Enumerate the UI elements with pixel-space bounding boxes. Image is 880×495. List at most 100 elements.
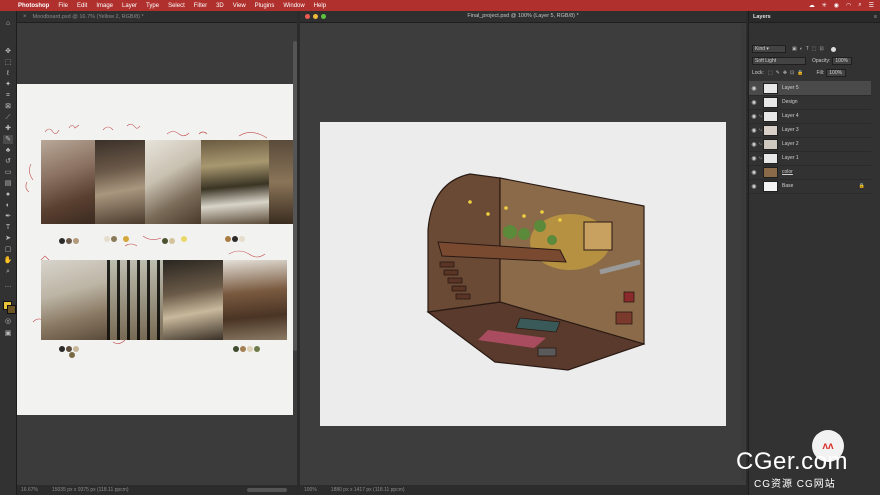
- annotation-scribbles: [25, 123, 268, 344]
- gradient-tool-icon[interactable]: ▤: [3, 179, 13, 188]
- moodboard-image: [223, 260, 287, 340]
- menu-help[interactable]: Help: [314, 3, 326, 9]
- visibility-eye-icon[interactable]: ◉: [749, 155, 759, 162]
- menu-window[interactable]: Window: [283, 3, 304, 9]
- menu-app-photoshop[interactable]: Photoshop: [18, 3, 49, 9]
- magic-wand-tool-icon[interactable]: ✦: [3, 80, 13, 89]
- filter-kind-select[interactable]: Kind ▾: [752, 45, 786, 53]
- close-tab-icon[interactable]: ×: [23, 14, 27, 20]
- layer-thumbnail: [763, 82, 778, 94]
- vertical-scrollbar[interactable]: [741, 25, 745, 481]
- document-dimensions: 15035 px x 9375 px (118.11 ppcm): [51, 487, 129, 493]
- vertical-scrollbar[interactable]: [293, 41, 297, 351]
- menu-3d[interactable]: 3D: [216, 3, 224, 9]
- wifi-icon[interactable]: ◠: [846, 2, 851, 9]
- color-swatch: [225, 236, 231, 242]
- moodboard-tab[interactable]: × Moodboard.psd @ 16.7% (Yellow 2, RGB/8…: [17, 11, 297, 23]
- visibility-eye-icon[interactable]: ◉: [749, 183, 759, 190]
- zoom-level[interactable]: 100%: [304, 487, 317, 493]
- menu-view[interactable]: View: [233, 3, 246, 9]
- crop-tool-icon[interactable]: ⌗: [3, 91, 13, 100]
- blend-mode-select[interactable]: Soft Light: [752, 57, 806, 65]
- blur-tool-icon[interactable]: ●: [3, 190, 13, 199]
- moodboard-document-window: × Moodboard.psd @ 16.7% (Yellow 2, RGB/8…: [17, 11, 297, 495]
- layer-row-layer-2[interactable]: ◉ ⤷ Layer 2: [749, 137, 871, 152]
- visibility-eye-icon[interactable]: ◉: [749, 141, 759, 148]
- horizontal-scrollbar[interactable]: [247, 488, 287, 492]
- more-tools-icon[interactable]: …: [3, 281, 13, 290]
- watermark-logo-text: CGer.com: [736, 448, 849, 475]
- pen-tool-icon[interactable]: ✒: [3, 212, 13, 221]
- frame-tool-icon[interactable]: ⊠: [3, 102, 13, 111]
- shape-tool-icon[interactable]: ▢: [3, 245, 13, 254]
- hand-tool-icon[interactable]: ✋: [3, 256, 13, 265]
- layer-row-base[interactable]: ◉ Base 🔒: [749, 179, 871, 194]
- menu-image[interactable]: Image: [96, 3, 113, 9]
- zoom-level[interactable]: 16.67%: [21, 487, 38, 493]
- final-project-tab-title: Final_project.psd @ 100% (Layer 5, RGB/8…: [467, 13, 579, 19]
- layer-row-design[interactable]: ◉ Design: [749, 95, 871, 110]
- visibility-eye-icon[interactable]: ◉: [749, 113, 759, 120]
- screen-mode-icon[interactable]: ▣: [3, 329, 13, 338]
- final-project-tab[interactable]: Final_project.psd @ 100% (Layer 5, RGB/8…: [300, 11, 746, 23]
- panel-menu-icon[interactable]: ≡: [874, 14, 877, 20]
- opacity-field[interactable]: 100%: [832, 57, 853, 65]
- visibility-eye-icon[interactable]: ◉: [749, 85, 759, 92]
- move-tool-icon[interactable]: ✥: [3, 47, 13, 56]
- layer-row-color[interactable]: ◉ color: [749, 165, 871, 180]
- menu-file[interactable]: File: [58, 3, 68, 9]
- menu-select[interactable]: Select: [168, 3, 185, 9]
- menubar: Photoshop File Edit Image Layer Type Sel…: [0, 0, 880, 11]
- control-center-icon[interactable]: ☰: [869, 2, 874, 9]
- moodboard-image: [201, 140, 269, 224]
- eraser-tool-icon[interactable]: ▭: [3, 168, 13, 177]
- tools-icon[interactable]: ✳: [822, 2, 827, 9]
- quick-mask-icon[interactable]: ◎: [3, 317, 13, 326]
- menu-filter[interactable]: Filter: [194, 3, 207, 9]
- color-swatch: [73, 346, 79, 352]
- home-icon[interactable]: ⌂: [3, 19, 13, 28]
- brush-tool-icon[interactable]: ✎: [3, 135, 13, 144]
- lock-options-icons[interactable]: ⬚✎✥⊡🔒: [768, 70, 807, 76]
- menu-edit[interactable]: Edit: [77, 3, 87, 9]
- layer-row-layer-5[interactable]: ◉ Layer 5: [749, 81, 871, 96]
- filter-type-icons[interactable]: ▣◐T⬚⊡: [792, 46, 827, 52]
- menu-plugins[interactable]: Plugins: [255, 3, 275, 9]
- layer-row-layer-4[interactable]: ◉ ⤷ Layer 4: [749, 109, 871, 124]
- moodboard-image: [95, 140, 145, 224]
- lasso-tool-icon[interactable]: ℓ: [3, 69, 13, 78]
- moodboard-canvas[interactable]: [17, 84, 293, 415]
- layer-name: Design: [782, 99, 798, 105]
- menu-layer[interactable]: Layer: [122, 3, 137, 9]
- isometric-room-illustration: [426, 173, 646, 371]
- healing-brush-tool-icon[interactable]: ✚: [3, 124, 13, 133]
- fill-field[interactable]: 100%: [826, 69, 847, 77]
- lock-row: Lock: ⬚✎✥⊡🔒 Fill: 100%: [752, 69, 847, 77]
- eyedropper-tool-icon[interactable]: ⟋: [3, 113, 13, 122]
- filter-toggle-icon[interactable]: [830, 46, 836, 52]
- type-tool-icon[interactable]: T: [3, 223, 13, 232]
- layers-panel-title[interactable]: Layers: [753, 14, 771, 20]
- lock-icon[interactable]: ◉: [834, 2, 839, 9]
- layer-thumbnail: [763, 110, 778, 122]
- visibility-eye-icon[interactable]: ◉: [749, 127, 759, 134]
- layer-row-layer-3[interactable]: ◉ ⤷ Layer 3: [749, 123, 871, 138]
- moodboard-image: [41, 140, 95, 224]
- background-color-swatch[interactable]: [7, 305, 16, 314]
- zoom-tool-icon[interactable]: ⌕: [3, 267, 13, 276]
- dodge-tool-icon[interactable]: ◐: [3, 201, 13, 210]
- search-icon[interactable]: ⌕: [858, 2, 861, 9]
- marquee-tool-icon[interactable]: ⬚: [3, 58, 13, 67]
- path-selection-tool-icon[interactable]: ➤: [3, 234, 13, 243]
- moodboard-image: [107, 260, 163, 340]
- layer-row-layer-1[interactable]: ◉ ⤷ Layer 1: [749, 151, 871, 166]
- visibility-eye-icon[interactable]: ◉: [749, 169, 759, 176]
- history-brush-tool-icon[interactable]: ↺: [3, 157, 13, 166]
- cloud-icon[interactable]: ☁: [809, 2, 815, 9]
- visibility-eye-icon[interactable]: ◉: [749, 99, 759, 106]
- layers-panel: Layers ≡ Kind ▾ ▣◐T⬚⊡ Soft Light Opacity…: [748, 11, 880, 495]
- artwork-canvas[interactable]: [320, 122, 726, 426]
- clone-stamp-tool-icon[interactable]: ♣: [3, 146, 13, 155]
- color-swatch: [111, 236, 117, 242]
- menu-type[interactable]: Type: [146, 3, 159, 9]
